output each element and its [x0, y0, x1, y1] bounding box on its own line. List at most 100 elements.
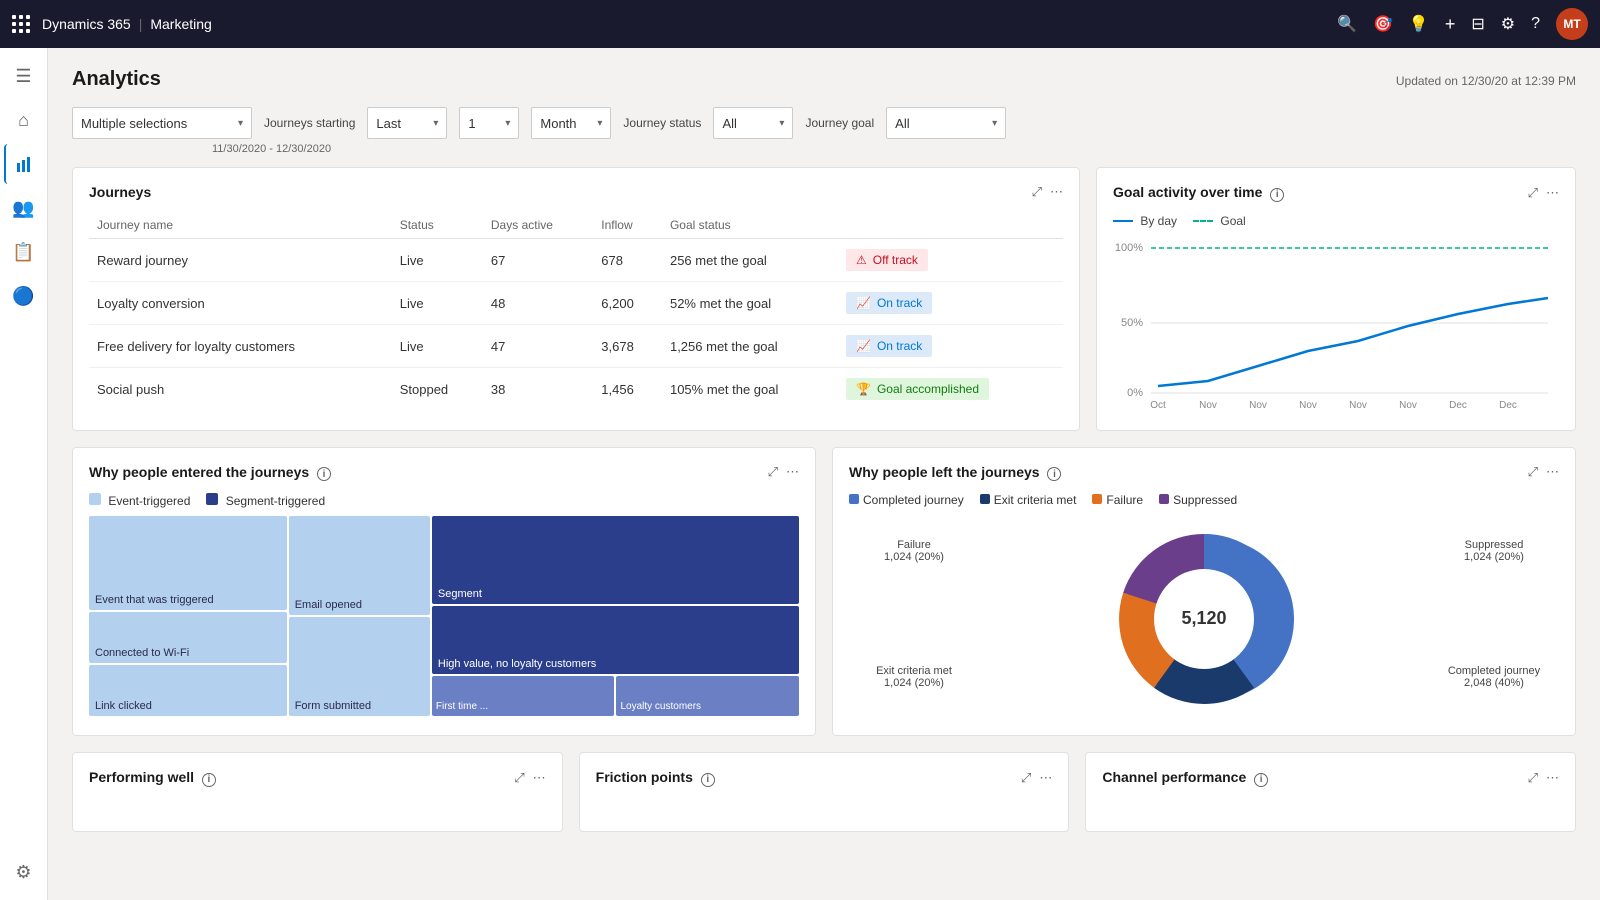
expand-icon[interactable]: ⤢: [1528, 770, 1538, 786]
expand-icon[interactable]: ⤢: [768, 464, 778, 480]
status-label: Journey status: [623, 116, 701, 130]
journeys-card-header: Journeys ⤢ ⋯: [89, 184, 1063, 200]
chevron-down-icon: ▾: [992, 118, 997, 129]
cell-badge: 🏆 Goal accomplished: [838, 368, 1063, 411]
cell-status: Stopped: [392, 368, 483, 411]
goal-chart-svg: 100% 50% 0% Oct 31 Nov 6 Nov: [1113, 236, 1553, 411]
treemap-col-3: Segment High value, no loyalty customers…: [432, 516, 799, 716]
treemap-cell: Form submitted: [289, 617, 430, 716]
brand-name: Dynamics 365: [42, 16, 131, 32]
grid-menu-icon[interactable]: [12, 15, 30, 33]
status-badge: 📈 On track: [846, 335, 932, 357]
treemap-cell: High value, no loyalty customers: [432, 606, 799, 674]
channel-performance-title: Channel performance i: [1102, 769, 1268, 787]
treemap-legend: Event-triggered Segment-triggered: [89, 493, 799, 508]
goal-chart-card: Goal activity over time i ⤢ ⋯ By day Goa…: [1096, 167, 1576, 431]
goal-filter[interactable]: All ▾: [886, 107, 1006, 139]
number-filter[interactable]: 1 ▾: [459, 107, 519, 139]
search-icon[interactable]: 🔍: [1337, 14, 1357, 34]
expand-icon[interactable]: ⤢: [1032, 184, 1042, 200]
gear-icon[interactable]: ⚙: [1501, 14, 1515, 34]
chevron-down-icon: ▾: [433, 118, 438, 129]
col-status: Status: [392, 212, 483, 239]
expand-icon[interactable]: ⤢: [1528, 185, 1538, 201]
sidebar-item-settings[interactable]: ⚙: [4, 852, 44, 892]
status-filter[interactable]: All ▾: [713, 107, 793, 139]
more-icon[interactable]: ⋯: [1546, 464, 1559, 480]
treemap-col-1: Event that was triggered Connected to Wi…: [89, 516, 287, 716]
more-icon[interactable]: ⋯: [533, 770, 546, 786]
legend-event-triggered: Event-triggered: [89, 493, 190, 508]
channel-performance-header: Channel performance i ⤢ ⋯: [1102, 769, 1559, 787]
bottom-cards-row: Performing well i ⤢ ⋯ Friction points i …: [72, 752, 1576, 832]
friction-points-header: Friction points i ⤢ ⋯: [596, 769, 1053, 787]
info-icon[interactable]: i: [1047, 467, 1061, 481]
last-filter[interactable]: Last ▾: [367, 107, 447, 139]
svg-text:100%: 100%: [1115, 242, 1143, 254]
sidebar-item-reports[interactable]: 📋: [4, 232, 44, 272]
filter-icon[interactable]: ⊟: [1471, 14, 1484, 34]
cell-journey-name: Loyalty conversion: [89, 282, 392, 325]
top-navigation: Dynamics 365 | Marketing 🔍 🎯 💡 + ⊟ ⚙ ? M…: [0, 0, 1600, 48]
col-journey-name: Journey name: [89, 212, 392, 239]
table-row: Social push Stopped 38 1,456 105% met th…: [89, 368, 1063, 411]
chevron-down-icon: ▾: [597, 118, 602, 129]
treemap-cell: Event that was triggered: [89, 516, 287, 610]
expand-icon[interactable]: ⤢: [514, 770, 524, 786]
info-icon[interactable]: i: [1254, 773, 1268, 787]
help-icon[interactable]: ?: [1531, 15, 1540, 33]
expand-icon[interactable]: ⤢: [1021, 770, 1031, 786]
more-icon[interactable]: ⋯: [1546, 185, 1559, 201]
cell-goal-status: 52% met the goal: [662, 282, 838, 325]
sidebar-item-segments[interactable]: 🔵: [4, 276, 44, 316]
cell-goal-status: 1,256 met the goal: [662, 325, 838, 368]
lightbulb-icon[interactable]: 💡: [1409, 14, 1429, 34]
info-icon[interactable]: i: [701, 773, 715, 787]
svg-text:30: 30: [1402, 410, 1414, 411]
target-icon[interactable]: 🎯: [1373, 14, 1393, 34]
col-goal-status: Goal status: [662, 212, 838, 239]
svg-text:12: 12: [1252, 410, 1264, 411]
performing-well-title: Performing well i: [89, 769, 216, 787]
expand-icon[interactable]: ⤢: [1528, 464, 1538, 480]
treemap-cell: Link clicked: [89, 665, 287, 716]
table-header-row: Journey name Status Days active Inflow G…: [89, 212, 1063, 239]
col-badge: [838, 212, 1063, 239]
more-icon[interactable]: ⋯: [1039, 770, 1052, 786]
journeys-card: Journeys ⤢ ⋯ Journey name Status Days ac…: [72, 167, 1080, 431]
user-avatar[interactable]: MT: [1556, 8, 1588, 40]
legend-exit: Exit criteria met: [980, 493, 1077, 507]
journeys-table: Journey name Status Days active Inflow G…: [89, 212, 1063, 410]
cell-badge: ⚠ Off track: [838, 239, 1063, 282]
svg-text:50%: 50%: [1121, 317, 1143, 329]
selection-filter[interactable]: Multiple selections ▾: [72, 107, 252, 139]
period-filter[interactable]: Month ▾: [531, 107, 611, 139]
more-icon[interactable]: ⋯: [1050, 184, 1063, 200]
info-icon[interactable]: i: [202, 773, 216, 787]
legend-goal: Goal: [1193, 214, 1246, 228]
svg-text:5,120: 5,120: [1181, 608, 1226, 628]
table-row: Reward journey Live 67 678 256 met the g…: [89, 239, 1063, 282]
sidebar-item-analytics[interactable]: [4, 144, 44, 184]
cell-journey-name: Free delivery for loyalty customers: [89, 325, 392, 368]
cell-inflow: 1,456: [593, 368, 662, 411]
sidebar-item-people[interactable]: 👥: [4, 188, 44, 228]
badge-icon: 📈: [856, 296, 871, 310]
info-icon[interactable]: i: [317, 467, 331, 481]
plus-icon[interactable]: +: [1445, 14, 1456, 35]
legend-failure: Failure: [1092, 493, 1143, 507]
more-icon[interactable]: ⋯: [1546, 770, 1559, 786]
cell-goal-status: 256 met the goal: [662, 239, 838, 282]
chevron-down-icon: ▾: [505, 118, 510, 129]
journeys-card-title: Journeys: [89, 184, 151, 200]
badge-icon: 🏆: [856, 382, 871, 396]
goal-chart-header: Goal activity over time i ⤢ ⋯: [1113, 184, 1559, 202]
sidebar-item-home[interactable]: ⌂: [4, 100, 44, 140]
info-icon[interactable]: i: [1270, 188, 1284, 202]
more-icon[interactable]: ⋯: [786, 464, 799, 480]
middle-cards-row: Why people entered the journeys i ⤢ ⋯ Ev…: [72, 447, 1576, 737]
cell-inflow: 6,200: [593, 282, 662, 325]
badge-icon: ⚠: [856, 253, 867, 267]
legend-completed: Completed journey: [849, 493, 964, 507]
sidebar-item-menu[interactable]: ☰: [4, 56, 44, 96]
